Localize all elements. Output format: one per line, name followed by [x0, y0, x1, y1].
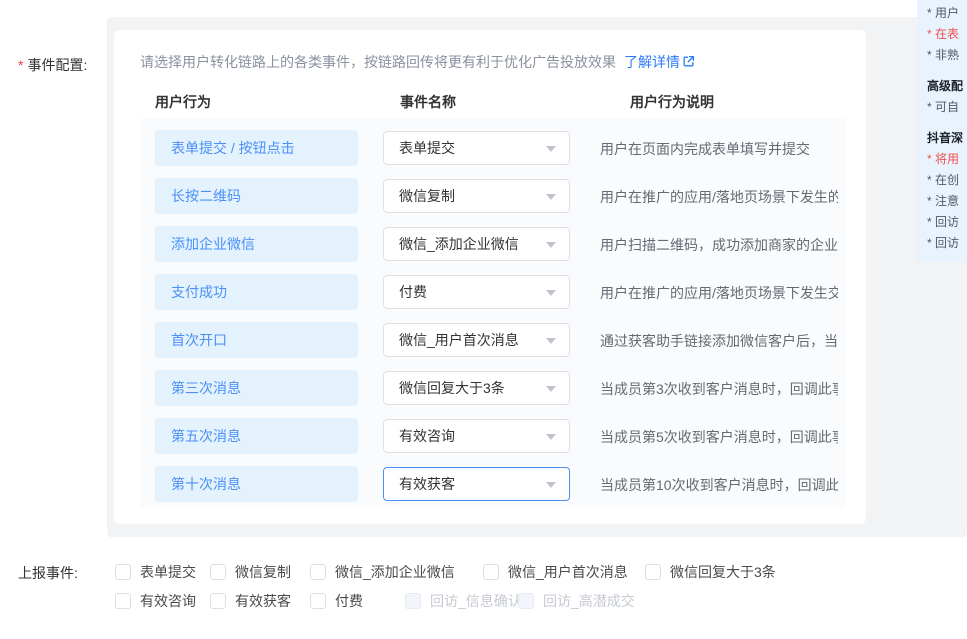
behavior-pill[interactable]: 首次开口 [155, 322, 358, 358]
tip-line: * 回访 [927, 233, 967, 254]
table-row: 表单提交 / 按钮点击 表单提交 用户在页面内完成表单填写并提交 [140, 124, 846, 172]
checkbox-item-disabled: 回访_信息确认 [405, 591, 522, 611]
chevron-down-icon [546, 194, 556, 200]
checkbox-item[interactable]: 表单提交 [115, 562, 196, 582]
checkbox-item[interactable]: 有效咨询 [115, 591, 196, 611]
table-row: 第三次消息 微信回复大于3条 当成员第3次收到客户消息时，回调此事... [140, 364, 846, 412]
event-name-select[interactable]: 表单提交 [383, 131, 570, 165]
table-row: 第十次消息 有效获客 当成员第10次收到客户消息时，回调此事... [140, 460, 846, 508]
learn-more-link[interactable]: 了解详情 [624, 54, 695, 70]
behavior-pill[interactable]: 添加企业微信 [155, 226, 358, 262]
event-config-card: 请选择用户转化链路上的各类事件，按链路回传将更有利于优化广告投放效果了解详情 用… [114, 30, 866, 524]
event-name-select[interactable]: 微信_添加企业微信 [383, 227, 570, 261]
behavior-description: 当成员第10次收到客户消息时，回调此事... [600, 475, 838, 495]
tip-line: * 在创 [927, 170, 967, 191]
behavior-description: 用户在推广的应用/落地页场景下发生的... [600, 187, 838, 207]
checkbox[interactable] [115, 593, 131, 609]
behavior-pill[interactable]: 第三次消息 [155, 370, 358, 406]
external-link-icon [682, 55, 695, 68]
chevron-down-icon [546, 338, 556, 344]
checkbox[interactable] [210, 593, 226, 609]
chevron-down-icon [546, 146, 556, 152]
report-events-label: 上报事件: [18, 563, 78, 583]
chevron-down-icon [546, 242, 556, 248]
field-label-text: 事件配置: [27, 57, 87, 73]
event-name-select[interactable]: 有效获客 [383, 467, 570, 501]
column-header-behavior: 用户行为 [155, 92, 211, 112]
checkbox[interactable] [310, 564, 326, 580]
required-asterisk: * [18, 57, 23, 73]
behavior-pill[interactable]: 表单提交 / 按钮点击 [155, 130, 358, 166]
event-name-select[interactable]: 微信复制 [383, 179, 570, 213]
checkbox [405, 593, 421, 609]
tip-line: * 用户 [927, 3, 967, 24]
checkbox-item[interactable]: 付费 [310, 591, 363, 611]
tip-line: * 回访 [927, 212, 967, 233]
behavior-description: 用户扫描二维码，成功添加商家的企业微信 [600, 235, 838, 255]
tip-line: * 注意 [927, 191, 967, 212]
behavior-pill[interactable]: 长按二维码 [155, 178, 358, 214]
chevron-down-icon [546, 434, 556, 440]
chevron-down-icon [546, 290, 556, 296]
checkbox-item-disabled: 回访_高潜成交 [518, 591, 635, 611]
behavior-description: 用户在页面内完成表单填写并提交 [600, 139, 838, 159]
behavior-pill[interactable]: 第十次消息 [155, 466, 358, 502]
instruction-text: 请选择用户转化链路上的各类事件，按链路回传将更有利于优化广告投放效果了解详情 [140, 52, 695, 72]
table-row: 支付成功 付费 用户在推广的应用/落地页场景下发生交... [140, 268, 846, 316]
behavior-description: 用户在推广的应用/落地页场景下发生交... [600, 283, 838, 303]
table-row: 添加企业微信 微信_添加企业微信 用户扫描二维码，成功添加商家的企业微信 [140, 220, 846, 268]
checkbox[interactable] [483, 564, 499, 580]
checkbox-item[interactable]: 微信_添加企业微信 [310, 562, 455, 582]
behavior-description: 通过获客助手链接添加微信客户后，当微... [600, 331, 838, 351]
checkbox[interactable] [645, 564, 661, 580]
column-header-desc: 用户行为说明 [630, 92, 714, 112]
checkbox-item[interactable]: 有效获客 [210, 591, 291, 611]
tip-line: * 将用 [927, 149, 967, 170]
tip-section-title: 抖音深 [927, 128, 967, 149]
table-row: 长按二维码 微信复制 用户在推广的应用/落地页场景下发生的... [140, 172, 846, 220]
event-config-label: *事件配置: [18, 55, 87, 75]
checkbox[interactable] [115, 564, 131, 580]
behavior-description: 当成员第5次收到客户消息时，回调此事... [600, 427, 838, 447]
event-name-select[interactable]: 有效咨询 [383, 419, 570, 453]
behavior-description: 当成员第3次收到客户消息时，回调此事... [600, 379, 838, 399]
checkbox [518, 593, 534, 609]
tip-section-title: 高级配 [927, 76, 967, 97]
event-name-select[interactable]: 微信回复大于3条 [383, 371, 570, 405]
table-row: 首次开口 微信_用户首次消息 通过获客助手链接添加微信客户后，当微... [140, 316, 846, 364]
tip-line: * 在表 [927, 24, 967, 45]
behavior-pill[interactable]: 支付成功 [155, 274, 358, 310]
table-row: 第五次消息 有效咨询 当成员第5次收到客户消息时，回调此事... [140, 412, 846, 460]
behavior-pill[interactable]: 第五次消息 [155, 418, 358, 454]
tip-line: * 可自 [927, 97, 967, 118]
checkbox[interactable] [310, 593, 326, 609]
event-name-select[interactable]: 付费 [383, 275, 570, 309]
checkbox-item[interactable]: 微信回复大于3条 [645, 562, 776, 582]
checkbox-item[interactable]: 微信_用户首次消息 [483, 562, 628, 582]
event-rows-block: 表单提交 / 按钮点击 表单提交 用户在页面内完成表单填写并提交 长按二维码 微… [140, 118, 846, 508]
chevron-down-icon [546, 482, 556, 488]
column-header-event: 事件名称 [400, 92, 456, 112]
chevron-down-icon [546, 386, 556, 392]
event-name-select[interactable]: 微信_用户首次消息 [383, 323, 570, 357]
checkbox[interactable] [210, 564, 226, 580]
tips-side-panel: * 用户 * 在表 * 非熟 高级配 * 可自 抖音深 * 将用 * 在创 * … [917, 0, 967, 262]
checkbox-item[interactable]: 微信复制 [210, 562, 291, 582]
tip-line: * 非熟 [927, 45, 967, 66]
